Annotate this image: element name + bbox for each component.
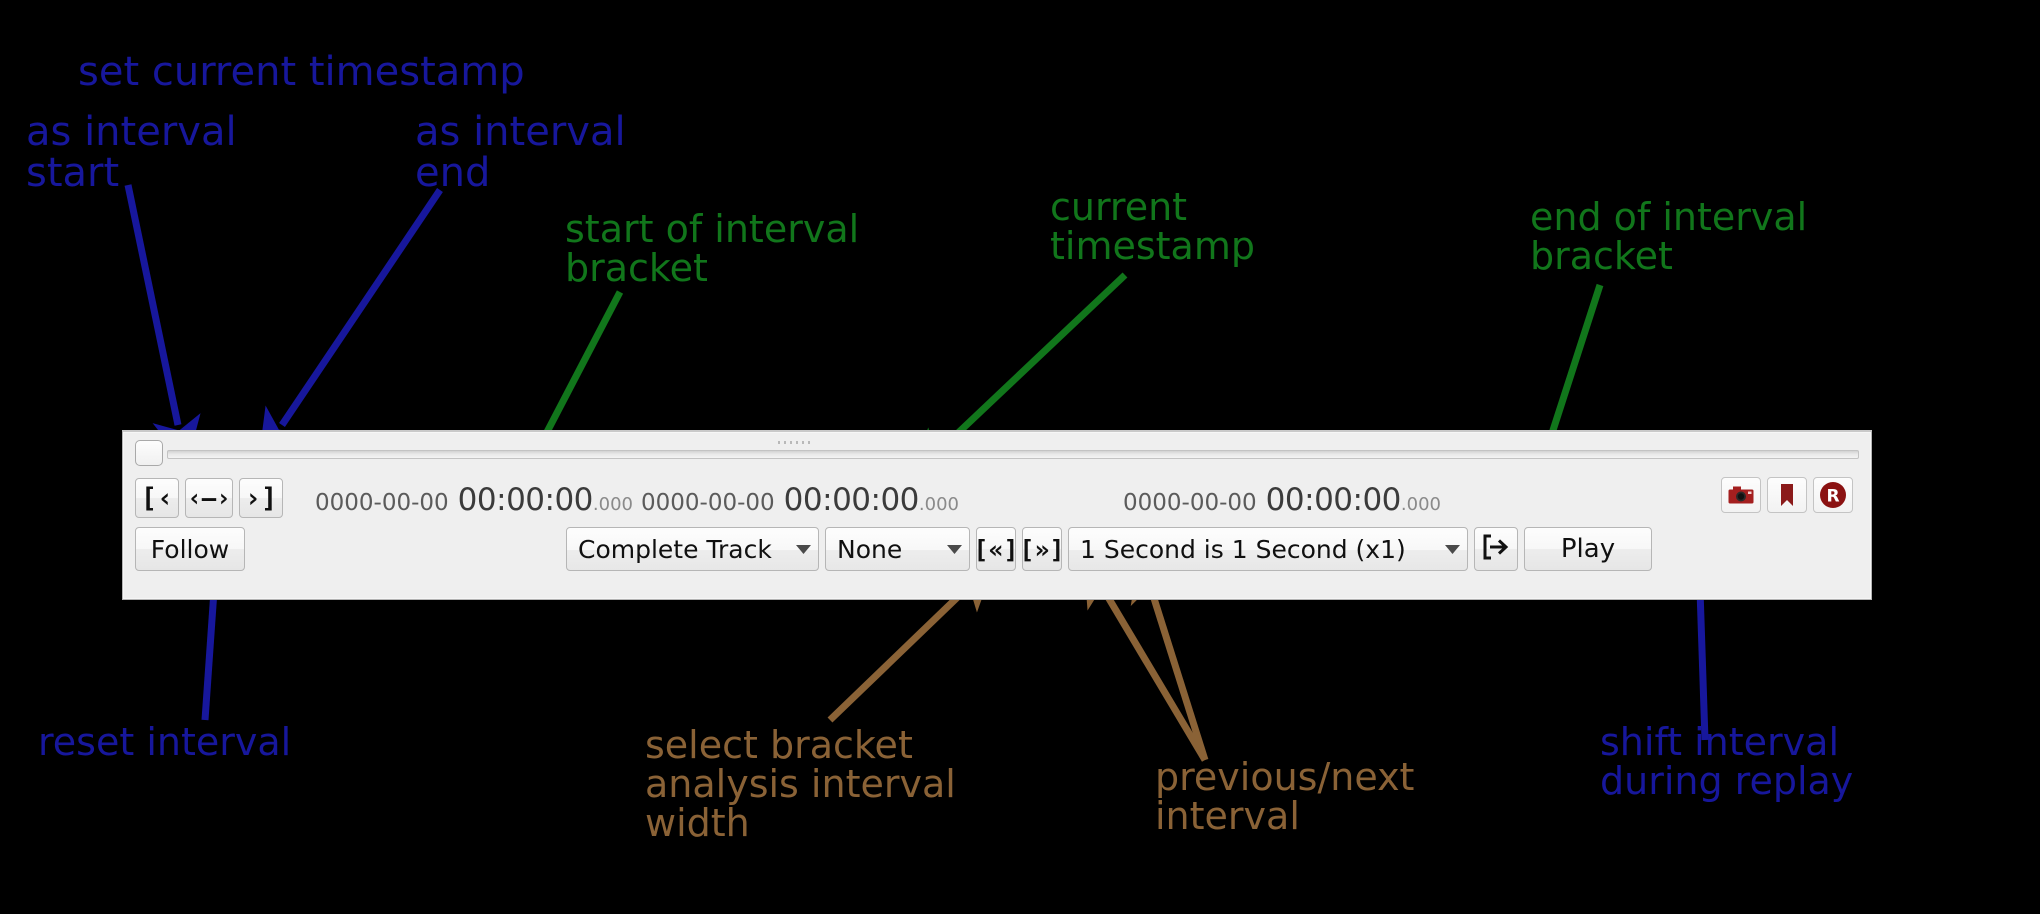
timestamp-current-ms: .000 — [918, 494, 959, 515]
set-interval-end-button[interactable]: ›] — [239, 478, 283, 518]
record-icon: R — [1819, 481, 1847, 509]
timestamp-current-date: 0000-00-00 — [641, 490, 775, 516]
annotation-shift-interval-during-replay: shift interval during replay — [1600, 720, 1854, 803]
timestamp-current-time: 00:00:00 — [783, 482, 920, 518]
timestamp-interval-start: 0000-00-00 00:00:00 .000 — [315, 482, 633, 518]
timestamp-interval-start-ms: .000 — [592, 494, 633, 515]
annotation-set-current-timestamp: set current timestamp — [78, 49, 525, 95]
shift-interval-button[interactable] — [1474, 527, 1518, 571]
timestamp-interval-end-date: 0000-00-00 — [1123, 490, 1257, 516]
reset-interval-button[interactable]: ‹–› — [185, 478, 233, 518]
annotation-as-interval-end: as interval end — [415, 109, 626, 196]
record-button[interactable]: R — [1813, 477, 1853, 513]
timestamp-interval-start-time: 00:00:00 — [457, 482, 594, 518]
bracket-width-select-value: None — [837, 534, 903, 564]
shift-interval-icon — [1482, 534, 1510, 564]
annotation-current-timestamp: current timestamp — [1050, 185, 1255, 268]
bracket-width-select[interactable]: None — [825, 527, 970, 571]
timestamp-interval-end: 0000-00-00 00:00:00 .000 — [1123, 482, 1441, 518]
timeline-slider-groove[interactable] — [167, 450, 1859, 459]
follow-button[interactable]: Follow — [135, 527, 245, 571]
annotation-end-of-interval-bracket: end of interval bracket — [1530, 195, 1808, 278]
annotation-start-of-interval-bracket: start of interval bracket — [565, 207, 860, 290]
play-button[interactable]: Play — [1524, 527, 1652, 571]
set-interval-start-button[interactable]: [‹ — [135, 478, 179, 518]
camera-icon — [1728, 486, 1754, 504]
chevron-down-icon — [1437, 544, 1467, 554]
annotation-previous-next-interval: previous/next interval — [1155, 755, 1415, 838]
next-interval-button[interactable]: [»] — [1019, 527, 1065, 571]
annotation-as-interval-start: as interval start — [26, 109, 237, 196]
screenshot-root: set current timestamp as interval start … — [0, 0, 2040, 914]
previous-interval-button[interactable]: [«] — [973, 527, 1019, 571]
bookmark-button[interactable] — [1767, 477, 1807, 513]
timestamp-current: 0000-00-00 00:00:00 .000 — [641, 482, 959, 518]
replay-speed-select-value: 1 Second is 1 Second (x1) — [1080, 534, 1406, 564]
timestamp-interval-end-ms: .000 — [1400, 494, 1441, 515]
timestamp-interval-end-time: 00:00:00 — [1265, 482, 1402, 518]
timeline-slider-handle[interactable] — [135, 440, 163, 466]
track-select[interactable]: Complete Track — [566, 527, 819, 571]
track-select-value: Complete Track — [578, 534, 772, 564]
timeline-slider[interactable] — [123, 434, 1873, 472]
annotation-select-bracket-width: select bracket analysis interval width — [645, 723, 956, 845]
timeline-grip-dots — [778, 439, 820, 445]
chevron-down-icon — [788, 544, 818, 554]
timestamp-interval-start-date: 0000-00-00 — [315, 490, 449, 516]
replay-speed-select[interactable]: 1 Second is 1 Second (x1) — [1068, 527, 1468, 571]
bookmark-icon — [1780, 483, 1794, 507]
chevron-down-icon — [939, 544, 969, 554]
svg-text:R: R — [1826, 487, 1839, 507]
replay-control-panel: [‹ ‹–› ›] 0000-00-00 00:00:00 .000 0000-… — [122, 430, 1872, 600]
annotation-reset-interval: reset interval — [38, 720, 292, 764]
screenshot-button[interactable] — [1721, 477, 1761, 513]
